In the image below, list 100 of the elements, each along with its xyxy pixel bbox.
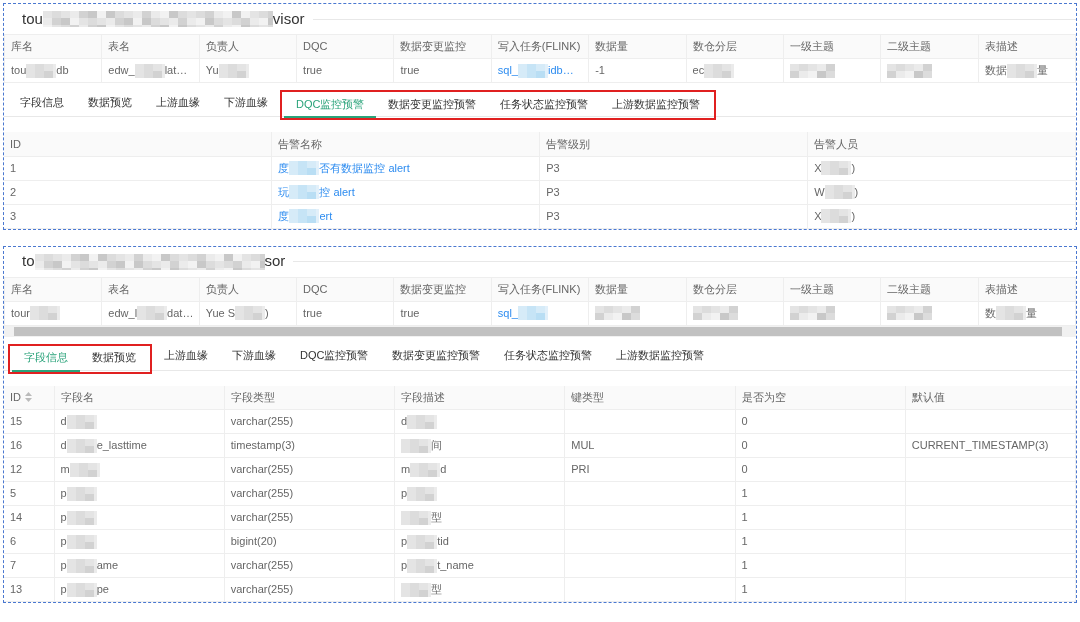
redaction-mosaic xyxy=(235,306,266,320)
scrollbar-thumb[interactable] xyxy=(14,326,1062,336)
cell-text: db xyxy=(56,63,69,79)
redaction-mosaic xyxy=(66,414,97,429)
column-header: ID xyxy=(10,136,21,152)
cell-text: 型 xyxy=(431,582,442,598)
column-header: 键类型 xyxy=(571,390,605,405)
cell-text: 16 xyxy=(10,439,23,452)
column-header: 数据量 xyxy=(588,277,686,301)
cell-text: t_name xyxy=(437,558,474,574)
tab[interactable]: 数据变更监控预警 xyxy=(380,343,493,370)
tab[interactable]: 下游血缘 xyxy=(220,343,288,370)
column-header: 负责人 xyxy=(199,277,297,301)
cell-text: p xyxy=(60,486,67,502)
tab[interactable]: 数据预览 xyxy=(76,90,144,116)
redaction-mosaic xyxy=(821,209,852,223)
link-text[interactable]: sql_ xyxy=(497,304,518,322)
column-header: 一级主题 xyxy=(783,277,881,301)
column-header: 表描述 xyxy=(978,277,1076,301)
cell-text: Yu xyxy=(205,63,219,79)
redaction-mosaic xyxy=(66,438,97,453)
tab[interactable]: 字段信息 xyxy=(8,90,76,116)
cell-text: p xyxy=(401,486,408,502)
redaction-mosaic xyxy=(407,534,438,549)
cell-text: 6 xyxy=(10,535,17,548)
cell-text: ) xyxy=(265,305,269,321)
sort-icon[interactable] xyxy=(25,392,32,403)
redaction-mosaic xyxy=(134,63,165,78)
cell-text: 1 xyxy=(10,161,17,174)
tab[interactable]: 上游血缘 xyxy=(152,343,220,370)
tab[interactable]: DQC监控预警 xyxy=(288,343,381,370)
redaction-mosaic xyxy=(66,510,97,525)
cell-text: p xyxy=(60,534,67,550)
horizontal-scrollbar[interactable] xyxy=(4,325,1076,337)
cell-text: p xyxy=(60,558,67,574)
cell-text: X xyxy=(814,208,822,224)
cell-text: Yue S xyxy=(205,305,236,321)
redaction-mosaic xyxy=(66,534,97,549)
column-header: 字段描述 xyxy=(401,390,445,405)
redaction-mosaic xyxy=(407,414,438,429)
redaction-mosaic xyxy=(66,582,97,597)
cell-text: 量 xyxy=(1025,305,1037,321)
link-text[interactable]: 控 alert xyxy=(319,183,355,201)
panel-title: visor xyxy=(272,8,305,29)
cell-text: varchar(255) xyxy=(230,511,294,524)
cell-text: 数 xyxy=(984,305,996,321)
link-text[interactable]: 度 xyxy=(278,159,290,177)
column-header: 数仓分层 xyxy=(686,277,784,301)
redaction-mosaic xyxy=(518,63,548,78)
tab[interactable]: 上游数据监控预警 xyxy=(600,92,713,118)
tab[interactable]: 下游血缘 xyxy=(212,90,280,116)
redaction-mosaic xyxy=(407,486,438,501)
link-text[interactable]: sql_ xyxy=(497,62,518,79)
tab[interactable]: 任务状态监控预警 xyxy=(488,92,601,118)
column-header: 数仓分层 xyxy=(686,34,784,59)
redaction-mosaic xyxy=(518,306,548,320)
cell-text: m xyxy=(401,462,411,478)
cell-text: 1 xyxy=(741,559,748,572)
cell-text: p xyxy=(401,558,408,574)
redaction-mosaic xyxy=(218,63,249,78)
cell-text: edw_l xyxy=(108,305,138,321)
tab[interactable]: 数据预览 xyxy=(80,345,148,372)
redaction-mosaic xyxy=(401,510,431,525)
column-header: 默认值 xyxy=(911,390,945,405)
tab[interactable]: 任务状态监控预警 xyxy=(492,343,605,370)
link-text[interactable]: 度 xyxy=(278,207,290,225)
column-header: 表名 xyxy=(101,277,200,301)
cell-text: CURRENT_TIMESTAMP(3) xyxy=(911,439,1049,452)
column-header: 是否为空 xyxy=(741,390,786,405)
link-text[interactable]: 玩 xyxy=(278,183,290,201)
redaction-mosaic xyxy=(26,63,57,78)
link-text[interactable]: 否有数据监控 alert xyxy=(319,159,410,177)
redaction-mosaic xyxy=(887,306,933,320)
cell-text: varchar(255) xyxy=(230,463,294,476)
cell-text: ) xyxy=(851,160,856,176)
column-header: 字段类型 xyxy=(230,390,275,405)
redaction-mosaic xyxy=(410,462,441,477)
cell-text: 间 xyxy=(431,438,442,454)
cell-text: true xyxy=(400,306,420,319)
cell-text: 3 xyxy=(10,209,17,222)
redaction-mosaic xyxy=(289,185,320,199)
cell-text: varchar(255) xyxy=(230,487,294,500)
column-header: 告警名称 xyxy=(278,136,323,152)
tab[interactable]: 上游数据监控预警 xyxy=(604,343,717,370)
cell-text: ) xyxy=(854,184,859,200)
tab[interactable]: 数据变更监控预警 xyxy=(376,92,489,118)
link-text[interactable]: idb… xyxy=(548,62,574,79)
redaction-mosaic xyxy=(69,462,100,477)
column-header: 一级主题 xyxy=(783,34,881,59)
column-header: ID xyxy=(10,390,21,405)
cell-text: 12 xyxy=(10,463,23,476)
column-header: 数据量 xyxy=(588,34,686,59)
cell-text: varchar(255) xyxy=(230,559,294,572)
cell-text: 1 xyxy=(741,583,748,596)
panel-title: tou xyxy=(22,8,43,29)
tab[interactable]: 上游血缘 xyxy=(144,90,212,116)
cell-text: pe xyxy=(96,582,109,598)
redaction-mosaic xyxy=(824,185,855,199)
link-text[interactable]: ert xyxy=(319,207,333,225)
redaction-mosaic xyxy=(289,161,320,175)
